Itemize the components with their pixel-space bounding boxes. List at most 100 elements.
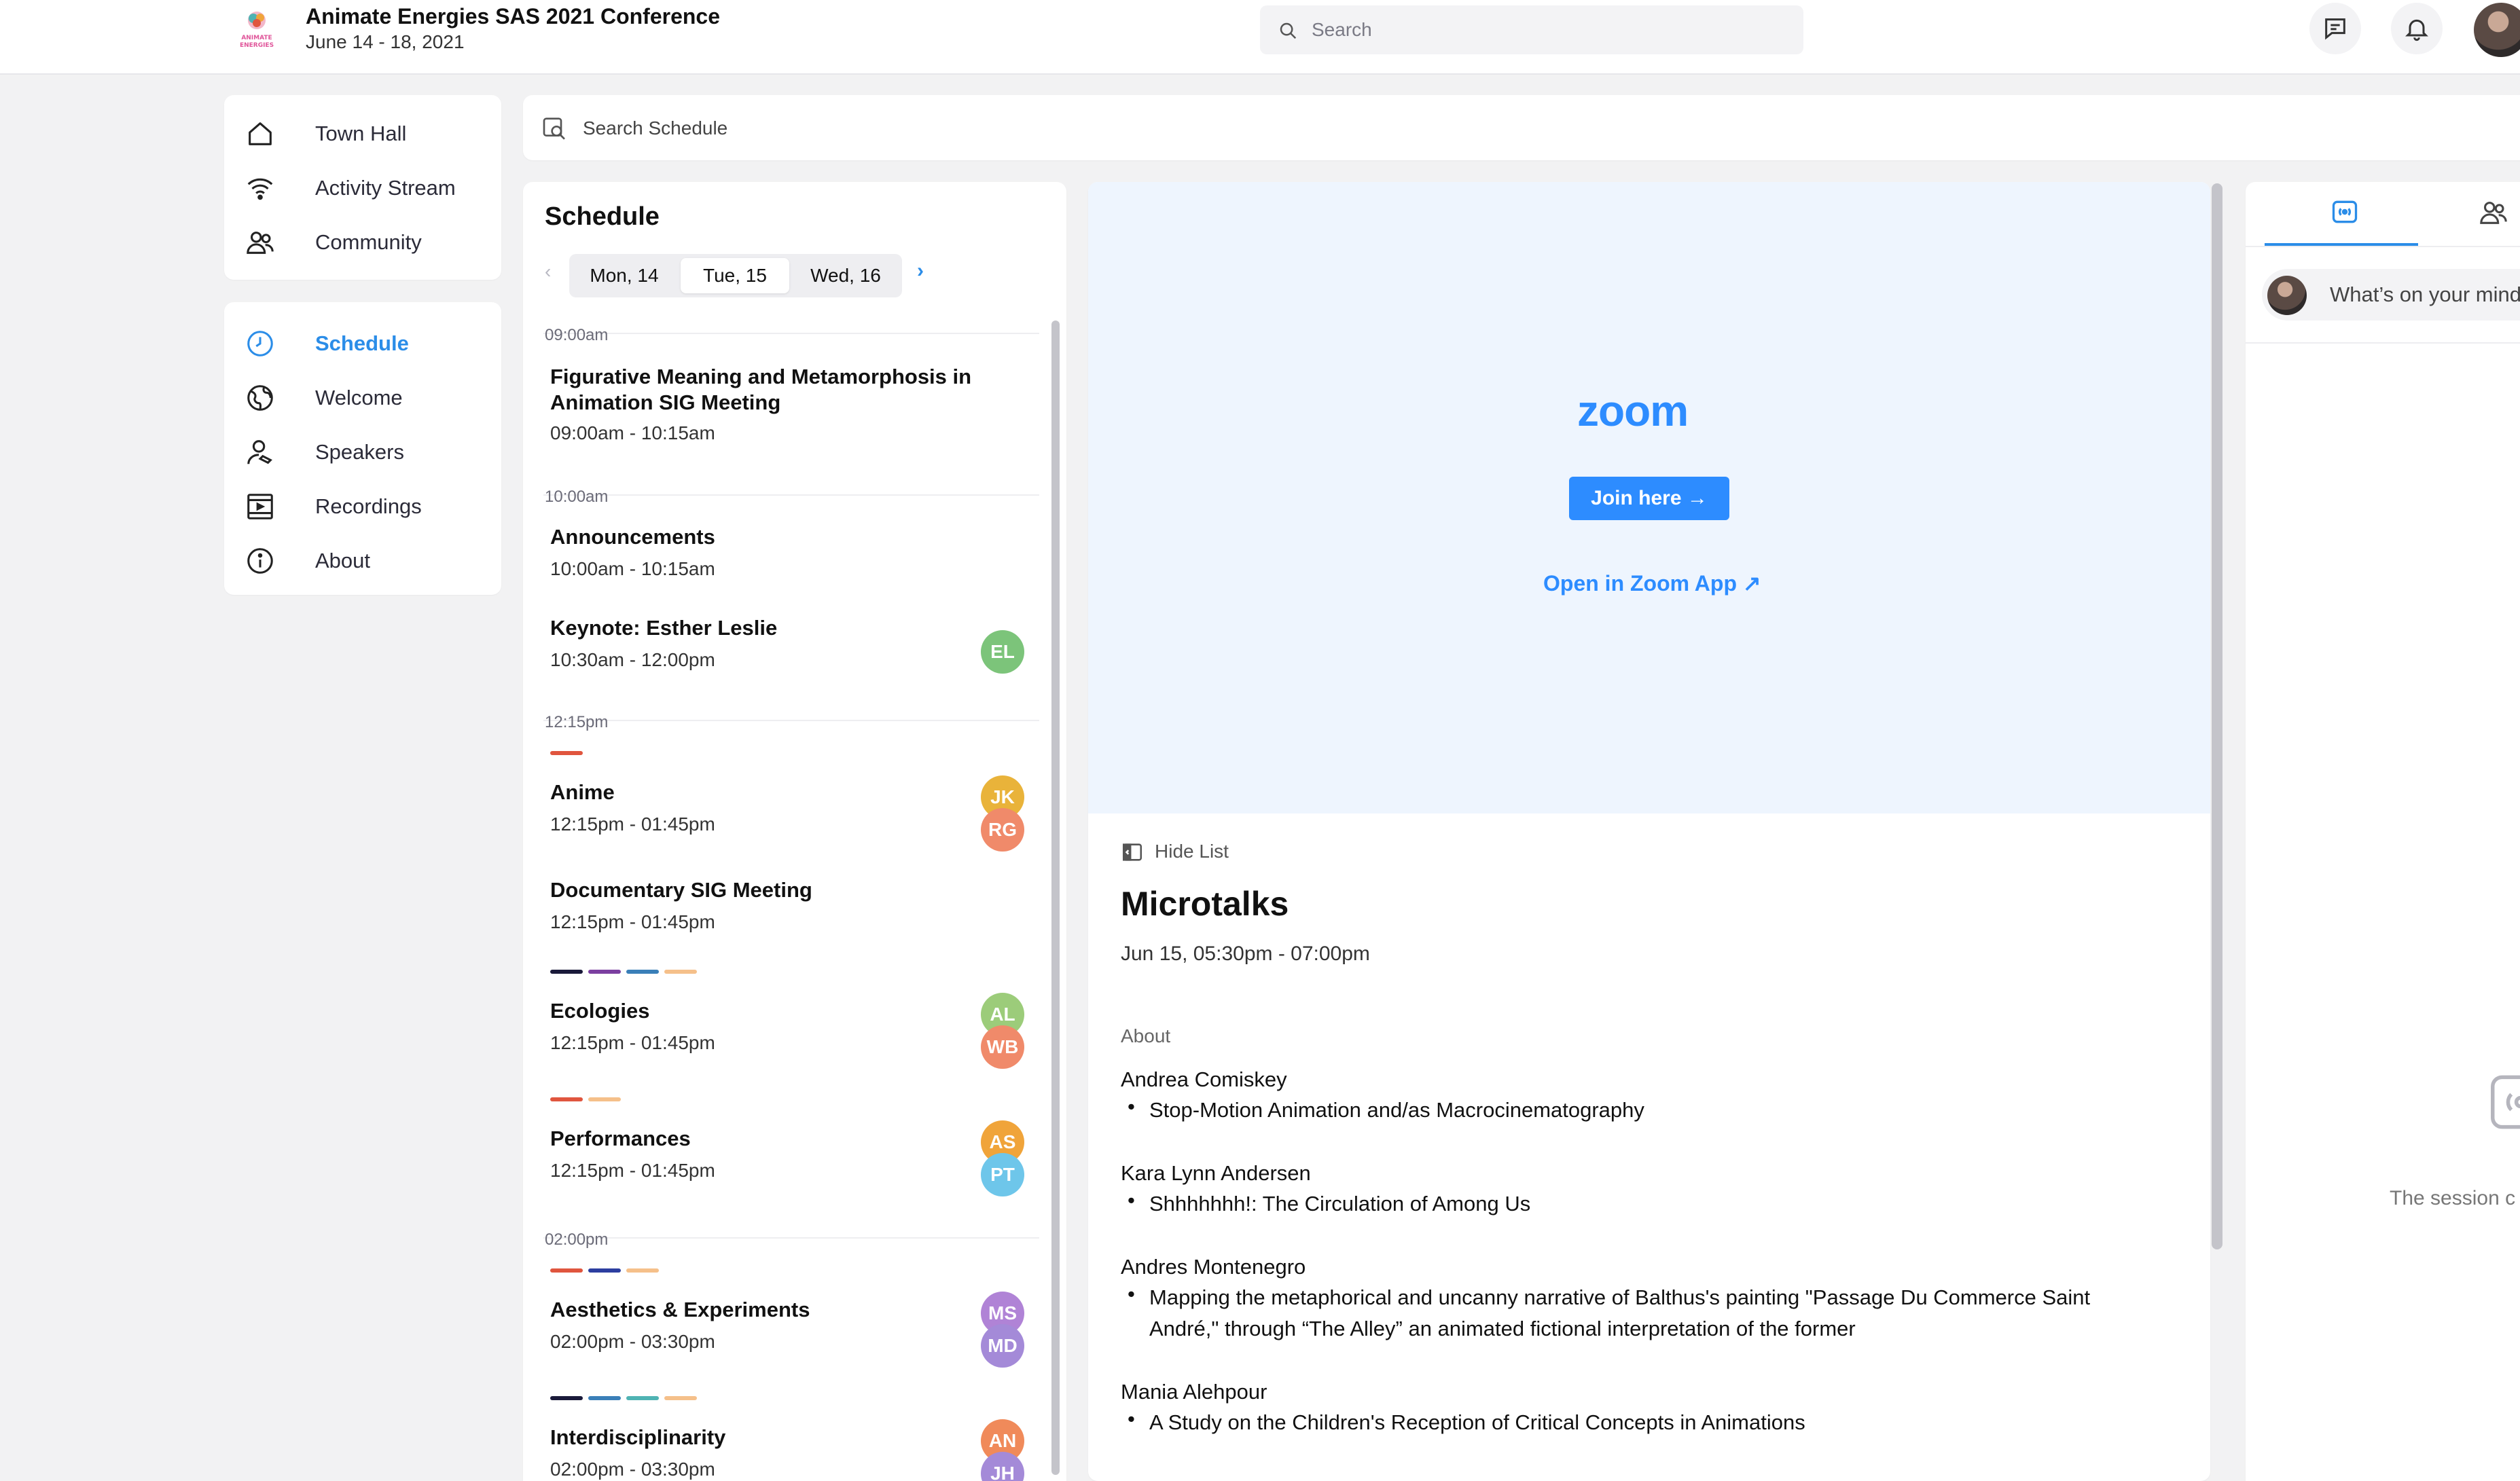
info-icon	[245, 545, 278, 577]
talk-speaker: Kara Lynn Andersen	[1121, 1161, 1311, 1185]
notifications-button[interactable]	[2391, 3, 2443, 54]
day-tab-mon[interactable]: Mon, 14	[573, 258, 675, 293]
divider	[543, 1237, 1039, 1239]
schedule-search-input[interactable]	[581, 113, 1399, 144]
divider	[543, 494, 1039, 496]
track-tag	[550, 1097, 583, 1101]
wifi-icon	[245, 172, 278, 204]
nav-item-town-hall[interactable]: Town Hall	[245, 113, 489, 151]
track-tag	[626, 1396, 659, 1400]
tab-live-chat[interactable]	[2330, 197, 2360, 227]
broadcast-icon	[2483, 1065, 2520, 1139]
schedule-title: Schedule	[545, 202, 660, 231]
nav-label: Recordings	[315, 494, 422, 518]
prev-day-button[interactable]: ‹	[545, 261, 551, 282]
tab-divider	[2246, 246, 2520, 247]
clock-icon	[245, 328, 278, 359]
schedule-panel: Schedule ‹ Mon, 14 Tue, 15 Wed, 16 › 09:…	[523, 182, 1066, 1481]
users-icon	[2478, 197, 2509, 228]
detail-scrollbar[interactable]	[2212, 183, 2222, 1249]
conference-logo[interactable]: ANIMATE ENERGIES	[231, 8, 283, 52]
global-search-box[interactable]	[1260, 5, 1803, 54]
users-icon	[245, 227, 278, 258]
time-label: 10:00am	[545, 488, 609, 506]
session-detail: zoom Join here → Open in Zoom App ↗ Hide…	[1088, 182, 2210, 1481]
next-day-button[interactable]: ›	[917, 259, 924, 282]
bullet: •	[1128, 1282, 1135, 1306]
search-icon	[1278, 20, 1298, 41]
empty-state-text: The session c	[2390, 1187, 2516, 1209]
nav-item-welcome[interactable]: Welcome	[245, 377, 489, 415]
day-tab-wed[interactable]: Wed, 16	[793, 258, 898, 293]
zoom-embed: zoom Join here → Open in Zoom App ↗	[1088, 182, 2210, 813]
nav-item-recordings[interactable]: Recordings	[245, 486, 489, 524]
event-title: Anime	[550, 780, 615, 804]
nav-label: Town Hall	[315, 122, 407, 145]
speaker-avatar[interactable]: WB	[981, 1025, 1024, 1069]
open-zoom-app-link[interactable]: Open in Zoom App ↗	[1543, 570, 1761, 596]
home-icon	[245, 118, 278, 149]
secondary-nav: Schedule Welcome Speakers Recordings Abo…	[224, 302, 501, 595]
talk-speaker: Andrea Comiskey	[1121, 1067, 1287, 1091]
track-tag	[588, 970, 621, 974]
talk-speaker: Mania Alehpour	[1121, 1380, 1267, 1404]
nav-item-speakers[interactable]: Speakers	[245, 431, 489, 469]
event-title: Ecologies	[550, 999, 650, 1023]
divider	[543, 720, 1039, 721]
track-tag	[664, 1396, 697, 1400]
bullet: •	[1128, 1407, 1135, 1431]
speaker-avatar[interactable]: MD	[981, 1324, 1024, 1368]
nav-item-community[interactable]: Community	[245, 221, 489, 259]
event-title: Aesthetics & Experiments	[550, 1298, 810, 1321]
track-tag	[626, 970, 659, 974]
svg-text:ANIMATE: ANIMATE	[241, 35, 272, 41]
global-search-input[interactable]	[1310, 14, 1788, 46]
speaker-avatar[interactable]: PT	[981, 1153, 1024, 1196]
event-time: 12:15pm - 01:45pm	[550, 911, 715, 932]
divider	[2246, 342, 2520, 344]
talk-title: Mapping the metaphorical and uncanny nar…	[1149, 1285, 2091, 1340]
event-title: Documentary SIG Meeting	[550, 878, 812, 902]
nav-label: About	[315, 549, 371, 572]
schedule-scrollbar[interactable]	[1051, 321, 1060, 1475]
schedule-search-box[interactable]	[523, 95, 2520, 160]
speaker-avatar[interactable]: EL	[981, 630, 1024, 674]
primary-nav: Town Hall Activity Stream Community	[224, 95, 501, 280]
track-tag	[588, 1268, 621, 1273]
talk-title: Shhhhhhh!: The Circulation of Among Us	[1149, 1192, 1531, 1215]
messages-button[interactable]	[2309, 3, 2361, 54]
speaker-avatar[interactable]: RG	[981, 808, 1024, 852]
event-time: 12:15pm - 01:45pm	[550, 1160, 715, 1181]
nav-item-about[interactable]: About	[245, 540, 489, 578]
avatar	[2267, 276, 2307, 315]
broadcast-icon	[2330, 197, 2360, 227]
search-schedule-icon	[541, 114, 568, 141]
day-tab-tue[interactable]: Tue, 15	[681, 258, 789, 293]
talk-title: Stop-Motion Animation and/as Macrocinema…	[1149, 1098, 1644, 1122]
track-tag	[626, 1268, 659, 1273]
event-time: 10:30am - 12:00pm	[550, 649, 715, 670]
conference-dates: June 14 - 18, 2021	[306, 31, 465, 52]
nav-label: Speakers	[315, 440, 404, 464]
track-tag	[550, 970, 583, 974]
bullet: •	[1128, 1095, 1135, 1118]
track-tag	[550, 1268, 583, 1273]
join-button[interactable]: Join here →	[1569, 477, 1729, 520]
post-input[interactable]: What’s on your mind	[2330, 282, 2520, 307]
event-time: 10:00am - 10:15am	[550, 558, 715, 579]
zoom-logo: zoom	[1577, 386, 1689, 435]
bell-icon	[2391, 15, 2443, 42]
event-title: Performances	[550, 1127, 691, 1150]
tab-attendees[interactable]	[2478, 197, 2509, 228]
nav-label: Activity Stream	[315, 176, 456, 200]
nav-label: Schedule	[315, 331, 409, 355]
talk-speaker: Andres Montenegro	[1121, 1255, 1306, 1279]
session-title: Microtalks	[1121, 885, 1289, 923]
track-tag	[550, 751, 583, 755]
bullet: •	[1128, 1188, 1135, 1212]
event-time: 09:00am - 10:15am	[550, 422, 715, 443]
time-label: 02:00pm	[545, 1230, 609, 1249]
divider	[543, 333, 1039, 334]
nav-item-activity-stream[interactable]: Activity Stream	[245, 167, 489, 205]
nav-item-schedule[interactable]: Schedule	[245, 323, 489, 361]
